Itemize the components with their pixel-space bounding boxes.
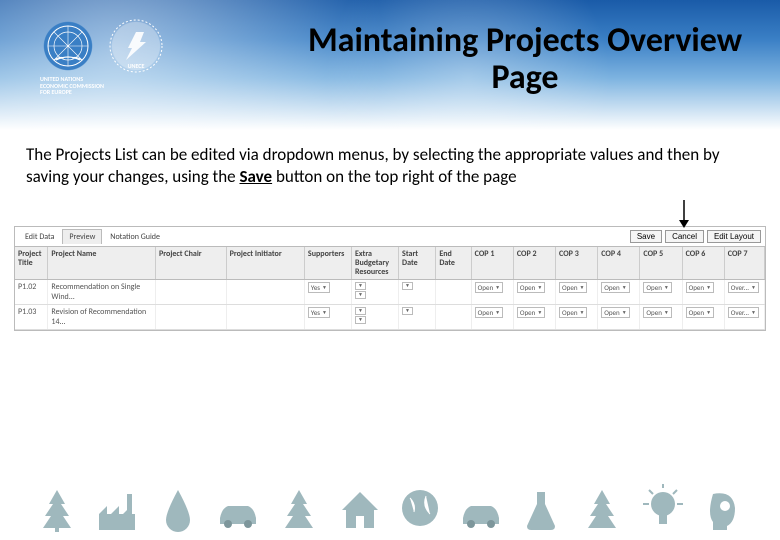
tree-icon — [33, 484, 81, 532]
col-cop6: COP 6 — [683, 247, 725, 279]
col-cop4: COP 4 — [598, 247, 640, 279]
col-cop7: COP 7 — [725, 247, 765, 279]
car-icon-2 — [457, 484, 505, 532]
tab-notation-guide[interactable]: Notation Guide — [104, 230, 166, 244]
unece-logo-icon: UNECE — [108, 18, 164, 74]
arrow-down-icon — [678, 200, 690, 233]
tab-preview[interactable]: Preview — [62, 229, 102, 244]
cell-project-name: Revision of Recommendation 14... — [48, 305, 156, 329]
table-row: P1.02 Recommendation on Single Wind... Y… — [15, 280, 765, 305]
cop-dropdown[interactable]: Open — [559, 307, 587, 318]
bulb-icon — [639, 484, 687, 532]
tree-icon-2 — [275, 484, 323, 532]
cop-dropdown[interactable]: Open — [686, 307, 714, 318]
cell-project-chair — [156, 280, 227, 304]
house-icon — [336, 484, 384, 532]
col-supporters: Supporters — [305, 247, 352, 279]
cell-cop2: Open — [514, 305, 556, 329]
cell-project-title[interactable]: P1.02 — [15, 280, 48, 304]
col-extra-budget: Extra Budgetary Resources — [352, 247, 399, 279]
col-end-date: End Date — [436, 247, 471, 279]
col-cop5: COP 5 — [640, 247, 682, 279]
col-project-name: Project Name — [48, 247, 156, 279]
cell-cop1: Open — [472, 280, 514, 304]
cell-cop4: Open — [598, 305, 640, 329]
cell-cop6: Open — [683, 305, 725, 329]
cell-start-date — [399, 280, 436, 304]
cell-end-date — [436, 305, 471, 329]
col-cop1: COP 1 — [472, 247, 514, 279]
col-project-title: Project Title — [15, 247, 48, 279]
cell-project-name: Recommendation on Single Wind... — [48, 280, 156, 304]
flask-icon — [517, 484, 565, 532]
cop-dropdown[interactable]: Open — [643, 307, 671, 318]
cell-supporters: Yes — [305, 305, 352, 329]
desc-save-word: Save — [239, 166, 272, 187]
cell-cop5: Open — [640, 280, 682, 304]
sdate-dropdown[interactable] — [402, 307, 413, 315]
cell-end-date — [436, 280, 471, 304]
un-label: UNITED NATIONS ECONOMIC COMMISSION FOR E… — [40, 76, 104, 96]
extra-dropdown[interactable] — [355, 307, 366, 315]
tree-icon-3 — [578, 484, 626, 532]
tab-edit-data[interactable]: Edit Data — [19, 230, 60, 244]
drop-icon — [154, 484, 202, 532]
factory-icon — [93, 484, 141, 532]
col-start-date: Start Date — [399, 247, 436, 279]
extra-dropdown-2[interactable] — [355, 291, 366, 299]
cell-project-chair — [156, 305, 227, 329]
col-project-initiator: Project Initiator — [227, 247, 305, 279]
cop-dropdown[interactable]: Over... — [728, 307, 759, 318]
cell-project-initiator — [227, 280, 305, 304]
un-logo-icon — [40, 18, 96, 74]
cell-cop7: Over... — [725, 305, 765, 329]
cop-dropdown[interactable]: Open — [686, 282, 714, 293]
sdate-dropdown[interactable] — [402, 282, 413, 290]
cop-dropdown[interactable]: Open — [517, 307, 545, 318]
cell-start-date — [399, 305, 436, 329]
table-row: P1.03 Revision of Recommendation 14... Y… — [15, 305, 765, 330]
extra-dropdown[interactable] — [355, 282, 366, 290]
cell-cop1: Open — [472, 305, 514, 329]
cop-dropdown[interactable]: Open — [559, 282, 587, 293]
cop-dropdown[interactable]: Open — [517, 282, 545, 293]
page-title: Maintaining Projects Overview Page — [300, 22, 750, 97]
cop-dropdown[interactable]: Open — [475, 307, 503, 318]
cell-cop4: Open — [598, 280, 640, 304]
cop-dropdown[interactable]: Over... — [728, 282, 759, 293]
extra-dropdown-2[interactable] — [355, 316, 366, 324]
cell-extra — [352, 305, 399, 329]
supporters-dropdown[interactable]: Yes — [308, 307, 330, 318]
cop-dropdown[interactable]: Open — [601, 307, 629, 318]
cell-project-title[interactable]: P1.03 — [15, 305, 48, 329]
cop-dropdown[interactable]: Open — [601, 282, 629, 293]
col-cop2: COP 2 — [514, 247, 556, 279]
save-button[interactable]: Save — [630, 230, 662, 243]
car-icon — [214, 484, 262, 532]
cop-dropdown[interactable]: Open — [475, 282, 503, 293]
desc-post: button on the top right of the page — [272, 166, 516, 187]
col-cop3: COP 3 — [556, 247, 598, 279]
cell-project-initiator — [227, 305, 305, 329]
table-header-row: Project Title Project Name Project Chair… — [15, 247, 765, 280]
cop-dropdown[interactable]: Open — [643, 282, 671, 293]
svg-text:UNECE: UNECE — [128, 62, 145, 70]
cell-supporters: Yes — [305, 280, 352, 304]
cell-cop7: Over... — [725, 280, 765, 304]
globe-icon — [396, 484, 444, 532]
edit-layout-button[interactable]: Edit Layout — [707, 230, 761, 243]
cell-extra — [352, 280, 399, 304]
description: The Projects List can be edited via drop… — [26, 144, 750, 188]
head-gear-icon — [699, 484, 747, 532]
col-project-chair: Project Chair — [156, 247, 227, 279]
cell-cop6: Open — [683, 280, 725, 304]
cell-cop3: Open — [556, 280, 598, 304]
cell-cop3: Open — [556, 305, 598, 329]
cell-cop2: Open — [514, 280, 556, 304]
supporters-dropdown[interactable]: Yes — [308, 282, 330, 293]
cell-cop5: Open — [640, 305, 682, 329]
projects-table: Edit Data Preview Notation Guide Save Ca… — [14, 226, 766, 331]
footer-icons — [0, 484, 780, 532]
